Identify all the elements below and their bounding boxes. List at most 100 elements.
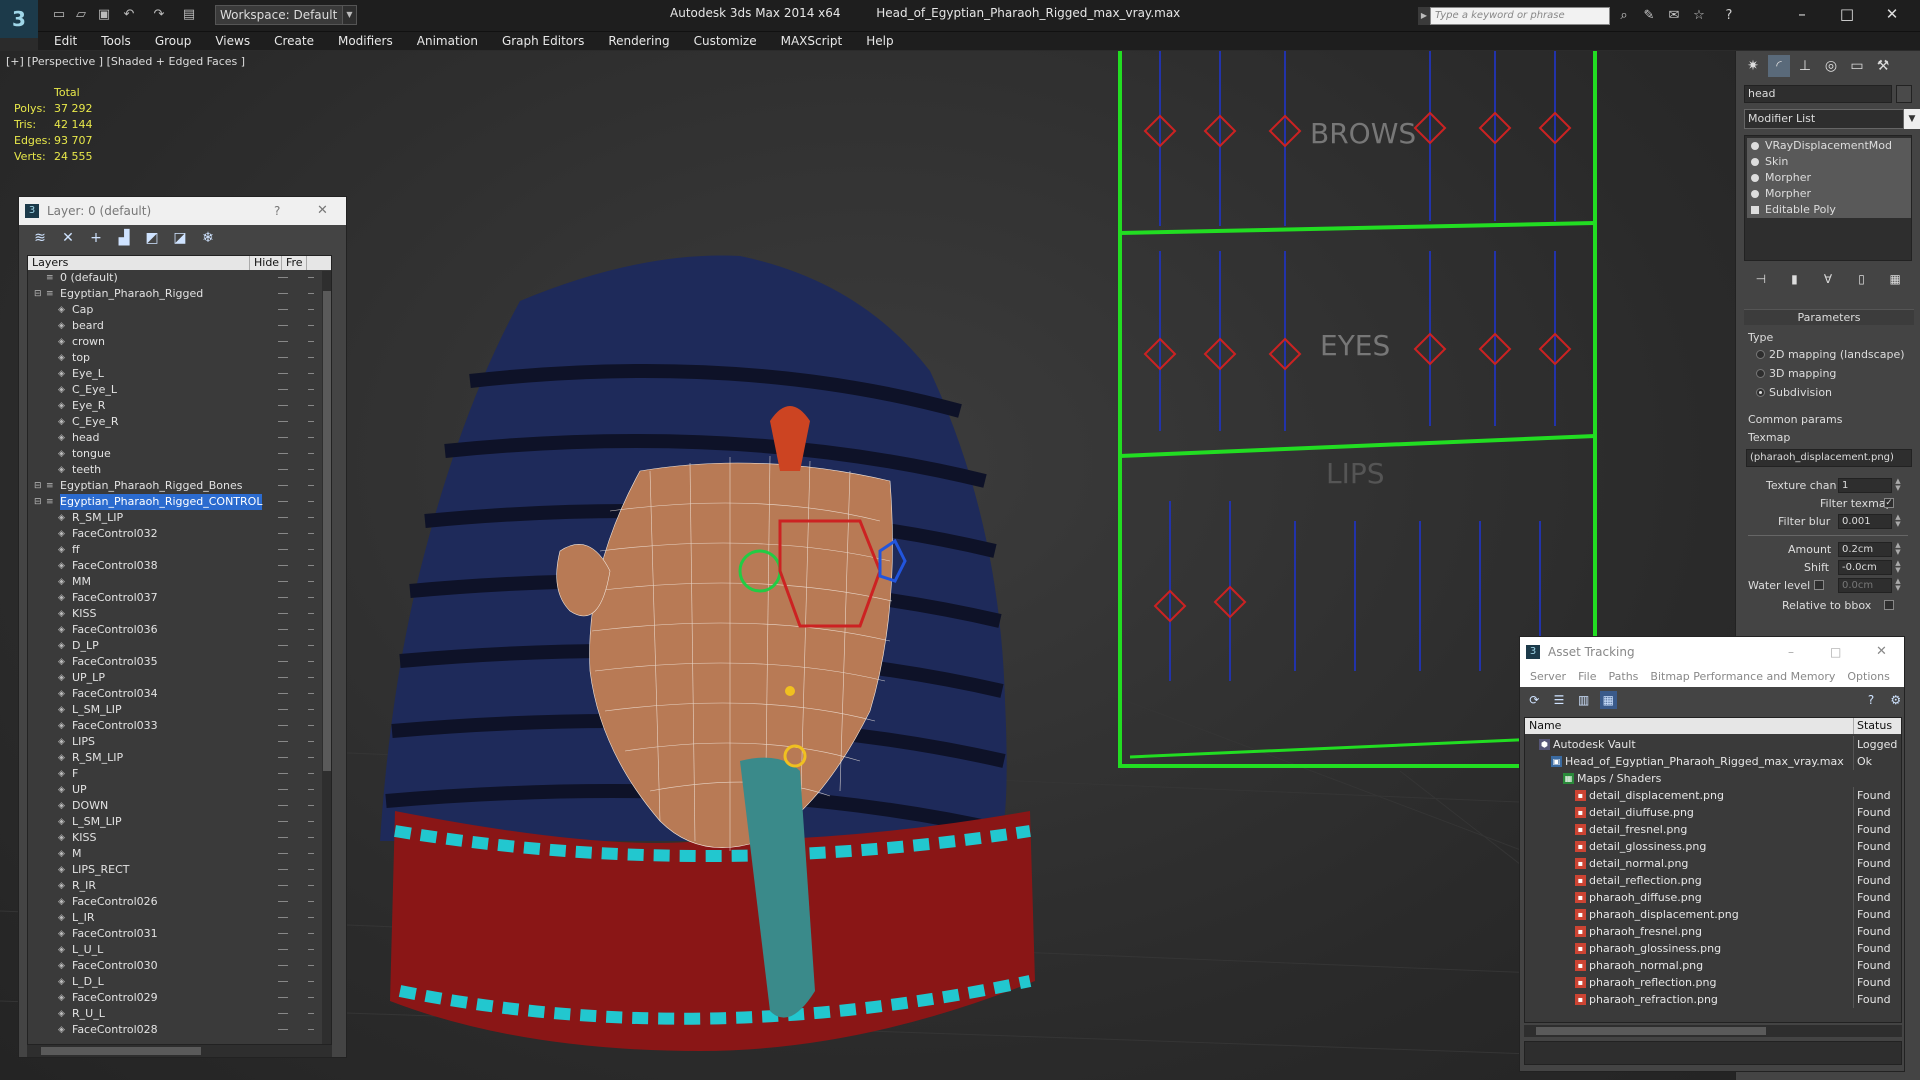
hide-toggle[interactable] <box>278 1013 288 1014</box>
layer-row[interactable]: ◈ L_SM_LIP <box>28 814 320 830</box>
configure-sets-icon[interactable]: ▦ <box>1886 270 1904 288</box>
list-view-icon[interactable]: ☰ <box>1551 691 1568 709</box>
col-hide[interactable]: Hide <box>250 256 282 270</box>
shift-field[interactable]: -0.0cm <box>1838 560 1892 575</box>
favorites-star-icon[interactable]: ☆ <box>1690 8 1708 24</box>
scrollbar-thumb[interactable] <box>323 291 331 771</box>
freeze-toggle[interactable] <box>308 405 314 406</box>
freeze-toggle[interactable] <box>308 677 314 678</box>
menu-views[interactable]: Views <box>203 32 262 50</box>
layer-row[interactable]: ◈ FaceControl032 <box>28 526 320 542</box>
freeze-toggle[interactable] <box>308 373 314 374</box>
open-file-icon[interactable]: ▱ <box>72 7 90 23</box>
hide-toggle[interactable] <box>278 421 288 422</box>
layer-window-title[interactable]: 3 Layer: 0 (default) ? ✕ <box>19 197 346 225</box>
layer-row[interactable]: ◈ crown <box>28 334 320 350</box>
freeze-toggle[interactable] <box>308 357 314 358</box>
spinner-icon[interactable]: ▲ ▼ <box>1894 542 1902 557</box>
asset-row[interactable]: ▪ pharaoh_fresnel.png Found <box>1525 923 1901 940</box>
freeze-toggle[interactable] <box>308 709 314 710</box>
layer-row[interactable]: ◈ R_IR <box>28 878 320 894</box>
freeze-toggle[interactable] <box>308 325 314 326</box>
layer-row[interactable]: ◈ Eye_L <box>28 366 320 382</box>
layer-row[interactable]: ◈ L_U_L <box>28 942 320 958</box>
spinner-icon[interactable]: ▲ ▼ <box>1894 514 1902 529</box>
layer-row[interactable]: ⊟ ≡ Egyptian_Pharaoh_Rigged_CONTROL <box>28 494 320 510</box>
hide-toggle[interactable] <box>278 341 288 342</box>
help-icon[interactable]: ? <box>274 197 280 225</box>
viewport-label[interactable]: [+] [Perspective ] [Shaded + Edged Faces… <box>6 55 245 68</box>
delete-layer-icon[interactable]: ✕ <box>59 229 77 247</box>
hide-toggle[interactable] <box>278 309 288 310</box>
menu-edit[interactable]: Edit <box>38 32 89 50</box>
expand-icon[interactable]: ⊟ <box>34 289 44 299</box>
layer-row[interactable]: ◈ FaceControl035 <box>28 654 320 670</box>
binoculars-icon[interactable]: ⌕ <box>1615 8 1633 24</box>
freeze-toggle[interactable] <box>308 485 314 486</box>
hide-toggle[interactable] <box>278 277 288 278</box>
parameters-rollout[interactable]: Parameters <box>1744 309 1914 325</box>
motion-tab-icon[interactable]: ◎ <box>1820 55 1842 77</box>
asset-horizontal-scrollbar[interactable] <box>1524 1025 1902 1037</box>
relative-bbox-checkbox[interactable] <box>1884 600 1894 610</box>
freeze-toggle[interactable] <box>308 789 314 790</box>
hide-toggle[interactable] <box>278 597 288 598</box>
layer-row[interactable]: ◈ FaceControl026 <box>28 894 320 910</box>
freeze-toggle[interactable] <box>308 965 314 966</box>
remove-modifier-icon[interactable]: ▯ <box>1853 270 1871 288</box>
layer-row[interactable]: ◈ beard <box>28 318 320 334</box>
stack-item-editable-poly[interactable]: Editable Poly <box>1747 202 1911 218</box>
chevron-down-icon[interactable]: ▼ <box>1904 109 1920 129</box>
maximize-icon[interactable]: □ <box>1830 637 1841 667</box>
freeze-toggle[interactable] <box>308 853 314 854</box>
undo-icon[interactable]: ↶ <box>120 7 138 23</box>
layer-row[interactable]: ◈ L_D_L <box>28 974 320 990</box>
layer-row[interactable]: ◈ FaceControl028 <box>28 1022 320 1038</box>
layer-row[interactable]: ◈ Cap <box>28 302 320 318</box>
hide-toggle[interactable] <box>278 661 288 662</box>
hide-toggle[interactable] <box>278 469 288 470</box>
freeze-toggle[interactable] <box>308 885 314 886</box>
asset-row[interactable]: ⬢Autodesk Vault Logged O <box>1525 736 1901 753</box>
freeze-toggle[interactable] <box>308 533 314 534</box>
layer-row[interactable]: ◈ Eye_R <box>28 398 320 414</box>
stack-item-skin[interactable]: Skin <box>1747 154 1911 170</box>
menu-tools[interactable]: Tools <box>89 32 143 50</box>
project-folder-icon[interactable]: ▤ <box>180 7 198 23</box>
create-tab-icon[interactable]: ✷ <box>1742 55 1764 77</box>
stack-item-vray-displacement[interactable]: VRayDisplacementMod <box>1747 138 1911 154</box>
layer-row[interactable]: ◈ D_LP <box>28 638 320 654</box>
menu-maxscript[interactable]: MAXScript <box>769 32 855 50</box>
asset-row[interactable]: ▪ pharaoh_glossiness.png Found <box>1525 940 1901 957</box>
hide-toggle[interactable] <box>278 965 288 966</box>
hierarchy-tab-icon[interactable]: ⊥ <box>1794 55 1816 77</box>
filter-texmap-checkbox[interactable]: ✓ <box>1884 498 1894 508</box>
asset-row[interactable]: ▪ pharaoh_normal.png Found <box>1525 957 1901 974</box>
settings-icon[interactable]: ⚙ <box>1887 691 1904 709</box>
asset-row[interactable]: ▪ detail_normal.png Found <box>1525 855 1901 872</box>
menu-create[interactable]: Create <box>262 32 326 50</box>
layer-row[interactable]: ◈ C_Eye_L <box>28 382 320 398</box>
layer-row[interactable]: ◈ R_U_L <box>28 1006 320 1022</box>
hide-toggle[interactable] <box>278 741 288 742</box>
freeze-toggle[interactable] <box>308 597 314 598</box>
hide-toggle[interactable] <box>278 757 288 758</box>
menu-animation[interactable]: Animation <box>405 32 490 50</box>
asset-menu-file[interactable]: File <box>1572 667 1602 687</box>
layer-row[interactable]: ◈ tongue <box>28 446 320 462</box>
freeze-toggle[interactable] <box>308 437 314 438</box>
filter-blur-field[interactable]: 0.001 <box>1838 514 1892 529</box>
hide-toggle[interactable] <box>278 997 288 998</box>
layer-row[interactable]: ◈ FaceControl034 <box>28 686 320 702</box>
freeze-toggle[interactable] <box>308 341 314 342</box>
asset-menu-options[interactable]: Options <box>1841 667 1895 687</box>
freeze-toggle[interactable] <box>308 821 314 822</box>
freeze-toggle[interactable] <box>308 293 314 294</box>
hide-toggle[interactable] <box>278 917 288 918</box>
layer-row[interactable]: ◈ LIPS_RECT <box>28 862 320 878</box>
object-color-swatch[interactable] <box>1896 85 1912 103</box>
freeze-toggle[interactable] <box>308 453 314 454</box>
layer-row[interactable]: ◈ M <box>28 846 320 862</box>
freeze-toggle[interactable] <box>308 613 314 614</box>
freeze-toggle[interactable] <box>308 1029 314 1030</box>
